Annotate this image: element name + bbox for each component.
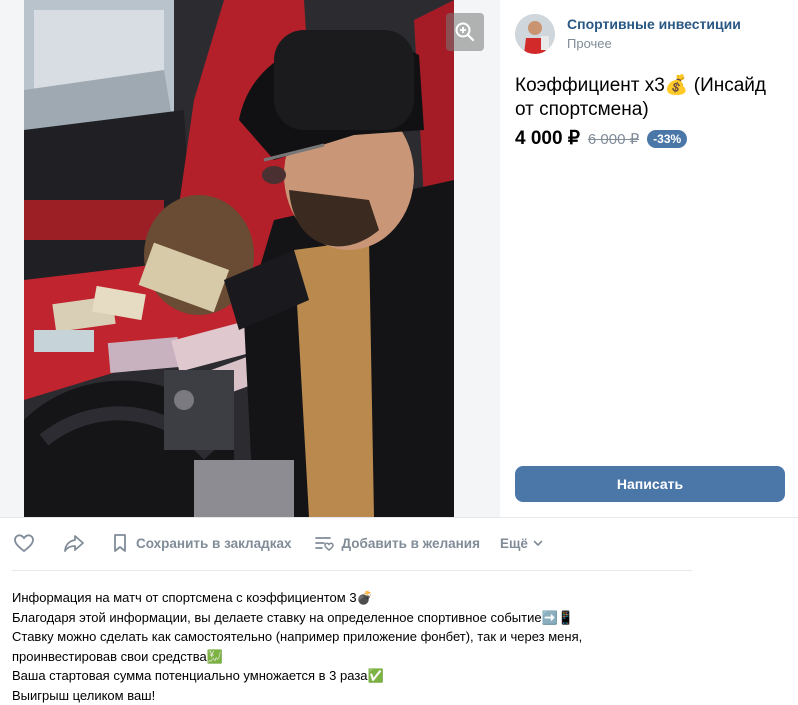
zoom-in-icon	[455, 22, 475, 42]
write-button[interactable]: Написать	[515, 466, 785, 502]
wishlist-icon	[313, 532, 335, 554]
share-button[interactable]	[62, 531, 90, 555]
old-price: 6 000 ₽	[588, 130, 639, 148]
wishlist-label: Добавить в желания	[341, 536, 480, 551]
description-line: проинвестировав свои средства💹	[12, 647, 712, 667]
seller-name[interactable]: Спортивные инвестиции	[567, 15, 741, 33]
like-button[interactable]	[12, 531, 40, 555]
avatar-image	[515, 14, 555, 54]
heart-icon	[12, 531, 36, 555]
more-label: Ещё	[500, 536, 528, 551]
seller-block[interactable]: Спортивные инвестиции Прочее	[515, 14, 741, 54]
product-title: Коэффициент x3💰 (Инсайд от спортсмена)	[515, 74, 785, 122]
description-line: Информация на матч от спортсмена с коэфф…	[12, 588, 712, 608]
discount-badge: -33%	[647, 130, 687, 148]
seller-category: Прочее	[567, 35, 741, 53]
divider	[0, 517, 798, 518]
photo-illustration	[24, 0, 454, 517]
chevron-down-icon	[532, 537, 544, 549]
divider-secondary	[12, 570, 692, 571]
description-line: Ваша стартовая сумма потенциально умножа…	[12, 666, 712, 686]
bookmark-label: Сохранить в закладках	[136, 536, 291, 551]
avatar[interactable]	[515, 14, 555, 54]
description-line: Ставку можно сделать как самостоятельно …	[12, 627, 712, 647]
zoom-button[interactable]	[446, 13, 484, 51]
price-row: 4 000 ₽ 6 000 ₽ -33%	[515, 127, 687, 150]
action-bar: Сохранить в закладках Добавить в желания…	[12, 530, 544, 556]
description-line: Благодаря этой информации, вы делаете ст…	[12, 608, 712, 628]
more-button[interactable]: Ещё	[500, 536, 544, 551]
bookmark-button[interactable]: Сохранить в закладках	[110, 532, 291, 554]
bookmark-icon	[110, 532, 130, 554]
current-price: 4 000 ₽	[515, 127, 580, 150]
product-photo[interactable]	[24, 0, 454, 517]
share-arrow-icon	[62, 531, 86, 555]
product-gallery	[0, 0, 500, 517]
product-description: Информация на матч от спортсмена с коэфф…	[12, 588, 712, 705]
wishlist-button[interactable]: Добавить в желания	[313, 532, 480, 554]
description-line: Выигрыш целиком ваш!	[12, 686, 712, 705]
